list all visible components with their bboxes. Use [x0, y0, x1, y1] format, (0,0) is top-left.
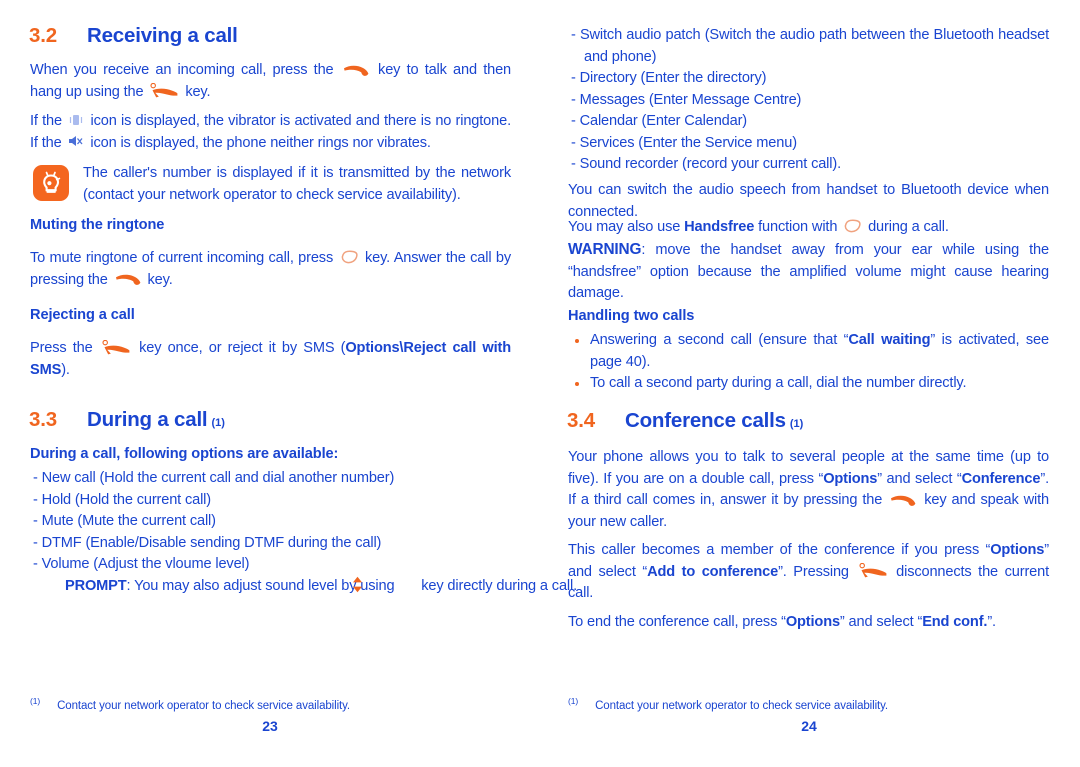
list-item: - Hold (Hold the current call) [33, 491, 211, 508]
text-rejecting-part1: Press the [30, 340, 93, 356]
manual-page-spread: 3.2 Receiving a call When you receive an… [0, 0, 1080, 767]
text-conf1-part2: ” and select “ [877, 470, 962, 487]
subheading-muting-the-ringtone: Muting the ringtone [30, 217, 165, 233]
text-muting-part1: To mute ringtone of current incoming cal… [30, 250, 334, 266]
section-heading-3-2: 3.2 Receiving a call [29, 24, 238, 48]
soft-key-icon-2 [844, 219, 861, 233]
paragraph-vibrator-icons: If the icon is displayed, the vibrator i… [30, 111, 511, 154]
footnote-marker: (1) [30, 696, 41, 706]
footnote-marker: (1) [568, 696, 579, 706]
list-item: - Messages (Enter Message Centre) [571, 91, 802, 108]
prompt-volume-note: PROMPT: You may also adjust sound level … [33, 576, 589, 598]
list-item: - Volume (Adjust the vloume level) [33, 556, 250, 572]
paragraph-conference-2: This caller becomes a member of the conf… [568, 540, 1049, 605]
paragraph-muting-ringtone: To mute ringtone of current incoming cal… [30, 248, 511, 291]
paragraph-handsfree: You may also use Handsfree function with… [568, 217, 1049, 239]
handling-two-calls-list: Answering a second call (ensure that “Ca… [568, 330, 1049, 395]
warning-text: : move the handset away from your ear wh… [568, 242, 1049, 301]
paragraph-rejecting-call: Press the key once, or reject it by SMS … [30, 338, 511, 381]
list-item: - Calendar (Enter Calendar) [571, 113, 748, 129]
subheading-rejecting-a-call: Rejecting a call [30, 307, 135, 323]
page-number-right: 24 [801, 718, 817, 734]
text-conf3-part3: ”. [987, 614, 996, 630]
paragraph-warning: WARNING: move the handset away from your… [568, 239, 1049, 305]
note-box-caller-number: The caller's number is displayed if it i… [33, 163, 511, 206]
paragraph-receiving-intro: When you receive an incoming call, press… [30, 60, 511, 103]
list-item: - DTMF (Enable/Disable sending DTMF duri… [33, 534, 382, 551]
right-page-column: - Switch audio patch (Switch the audio p… [567, 0, 1049, 767]
end-call-key-icon-3 [858, 562, 887, 578]
during-call-options-list: - New call (Hold the current call and di… [33, 468, 511, 576]
text-rejecting-part2: key once, or reject it by SMS ( [139, 340, 346, 356]
footnote-marker-3-4: (1) [789, 418, 804, 430]
list-item: - New call (Hold the current call and di… [33, 470, 395, 486]
text-handsfree-part3: during a call. [868, 219, 949, 235]
text-conf2-part3: ”. Pressing [778, 563, 849, 580]
call-key-icon [343, 63, 369, 76]
lightbulb-icon [33, 165, 69, 201]
vibrate-icon [69, 113, 83, 127]
paragraph-conference-1: Your phone allows you to talk to several… [568, 447, 1049, 533]
section-title-during-a-call: During a call [87, 408, 208, 431]
text-receiving-part3: key. [185, 83, 211, 100]
left-page-column: 3.2 Receiving a call When you receive an… [29, 0, 577, 767]
text-conf2-bold2: Add to conference [647, 563, 779, 580]
footnote-text: Contact your network operator to check s… [595, 699, 889, 712]
call-key-icon-3 [890, 493, 916, 506]
text-conf1-bold2: Conference [961, 470, 1041, 487]
silent-mute-icon [68, 134, 83, 148]
section-heading-3-4: 3.4 Conference calls (1) [567, 409, 803, 433]
section-heading-3-3: 3.3 During a call (1) [29, 408, 225, 432]
end-call-key-icon-2 [102, 339, 130, 355]
list-item: Answering a second call (ensure that “Ca… [568, 330, 1049, 373]
section-title-receiving-a-call: Receiving a call [87, 24, 238, 47]
subheading-during-call-options: During a call, following options are ava… [30, 446, 339, 462]
prompt-text-part2: key directly during a call. [421, 578, 578, 594]
list-item: To call a second party during a call, di… [568, 373, 1049, 395]
text-conf2-bold1: Options [990, 542, 1045, 558]
during-call-options-continued-list: - Switch audio patch (Switch the audio p… [571, 25, 1049, 176]
text-vibrator-part3: icon is displayed, the phone neither rin… [90, 134, 431, 151]
list-item: - Mute (Mute the current call) [33, 513, 216, 529]
section-number-3-2: 3.2 [29, 24, 57, 47]
text-muting-part3: key. [147, 271, 173, 288]
list-item: - Switch audio patch (Switch the audio p… [571, 27, 1049, 65]
footnote-text: Contact your network operator to check s… [57, 699, 351, 712]
footnote-right-page: (1) Contact your network operator to chec… [568, 696, 888, 712]
section-number-3-4: 3.4 [567, 409, 595, 432]
footnote-marker-3-3: (1) [211, 417, 225, 429]
text-conf3-part2: ” and select “ [839, 614, 923, 630]
text-handling-1-part1: Answering a second call (ensure that “ [590, 332, 849, 348]
text-handsfree-part1: You may also use [568, 219, 681, 235]
list-item: - Services (Enter the Service menu) [571, 134, 797, 151]
soft-key-icon [341, 250, 358, 264]
text-receiving-part1: When you receive an incoming call, press… [30, 62, 334, 78]
list-item: - Sound recorder (record your current ca… [571, 156, 841, 172]
section-number-3-3: 3.3 [29, 408, 57, 431]
paragraph-conference-3: To end the conference call, press “Optio… [568, 612, 1049, 634]
text-vibrator-part1: If the [30, 113, 62, 129]
section-title-conference-calls: Conference calls [625, 409, 786, 432]
end-call-key-icon [150, 82, 178, 98]
call-key-icon-2 [115, 272, 141, 286]
text-conf3-part1: To end the conference call, press “ [568, 614, 786, 630]
text-handsfree-bold: Handsfree [684, 219, 755, 235]
text-handling-1-bold: Call waiting [848, 332, 931, 348]
page-number-left: 23 [262, 718, 278, 734]
text-rejecting-part3: ). [61, 361, 70, 378]
subheading-handling-two-calls: Handling two calls [568, 308, 695, 324]
list-item: - Directory (Enter the directory) [571, 70, 767, 86]
footnote-left-page: (1) Contact your network operator to chec… [30, 696, 350, 712]
text-handsfree-part2: function with [758, 219, 838, 235]
warning-label: WARNING [568, 241, 642, 258]
prompt-label: PROMPT [65, 578, 127, 594]
text-conf1-bold1: Options [823, 470, 878, 487]
up-down-key-icon [353, 576, 413, 593]
text-conf2-part1: This caller becomes a member of the conf… [568, 542, 991, 558]
text-conf3-bold1: Options [785, 614, 840, 630]
note-text: The caller's number is displayed if it i… [83, 165, 511, 203]
text-conf3-bold2: End conf. [922, 614, 988, 630]
